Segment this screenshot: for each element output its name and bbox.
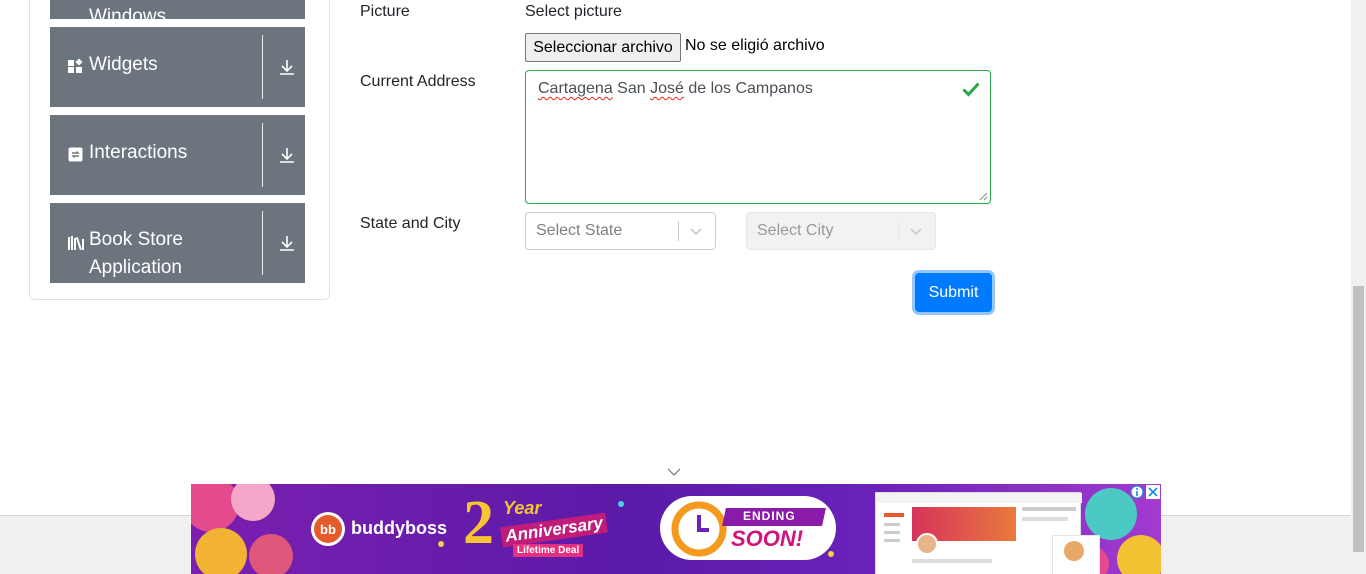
sidebar-group-widgets[interactable]: Widgets (50, 27, 305, 107)
ad-banner[interactable]: bb buddyboss 2 Year Anniversary Lifetime… (191, 484, 1161, 574)
state-select-placeholder: Select State (536, 222, 623, 239)
group-divider (262, 35, 263, 99)
state-city-label: State and City (360, 215, 461, 232)
download-arrow-icon[interactable] (278, 58, 296, 76)
select-separator (898, 221, 899, 241)
sidebar-group-book-store[interactable]: Book Store Application (50, 203, 305, 283)
group-divider (262, 123, 263, 187)
sidebar-group-label: Widgets (89, 54, 158, 75)
sidebar-group-interactions[interactable]: Interactions (50, 115, 305, 195)
book-store-icon (68, 236, 84, 250)
download-arrow-icon[interactable] (278, 146, 296, 164)
select-separator (678, 221, 679, 241)
chevron-down-icon[interactable] (689, 226, 703, 238)
ad-soon-text: SOON! (731, 526, 804, 551)
city-select-placeholder: Select City (757, 222, 834, 239)
chevron-down-icon[interactable] (909, 226, 923, 238)
download-arrow-icon[interactable] (278, 234, 296, 252)
ad-ending-text: ENDING (743, 509, 796, 523)
current-address-label: Current Address (360, 73, 476, 90)
current-address-value: Cartagena San José de los Campanos (538, 80, 813, 97)
resize-grip-icon[interactable] (979, 192, 988, 201)
picture-hint: Select picture (525, 3, 622, 20)
valid-check-icon (962, 82, 980, 97)
anniversary-badge: 2 Year Anniversary Lifetime Deal (461, 489, 631, 570)
interactions-icon (68, 147, 83, 162)
picture-label: Picture (360, 3, 410, 20)
svg-text:bb: bb (320, 522, 336, 537)
ad-brand-name: buddyboss (351, 518, 448, 538)
ad-product-screenshot (875, 492, 1100, 574)
sidebar-group-label-line2: Application (89, 257, 182, 278)
ad-info-icon[interactable] (1130, 485, 1144, 499)
submit-button[interactable]: Submit (915, 273, 992, 312)
group-divider (262, 211, 263, 275)
state-select[interactable]: Select State (525, 212, 716, 250)
choose-file-button[interactable]: Seleccionar archivo (525, 33, 681, 62)
city-select[interactable]: Select City (746, 212, 936, 250)
scrollbar-thumb[interactable] (1353, 286, 1364, 552)
file-status-text: No se eligió archivo (685, 37, 825, 54)
clock-icon (671, 501, 727, 557)
current-address-textarea[interactable]: Cartagena San José de los Campanos (525, 70, 991, 204)
buddyboss-logo-icon: bb (311, 512, 345, 546)
sidebar-group-label: Interactions (89, 142, 188, 163)
sidebar-group-label: Book Store (89, 229, 183, 250)
sidebar-group-windows[interactable]: Windows (50, 0, 305, 27)
ad-close-icon[interactable] (1146, 485, 1160, 499)
widgets-icon (68, 59, 83, 73)
ad-collapse-chevron-icon[interactable] (667, 467, 681, 477)
page-scrollbar[interactable] (1351, 0, 1366, 574)
